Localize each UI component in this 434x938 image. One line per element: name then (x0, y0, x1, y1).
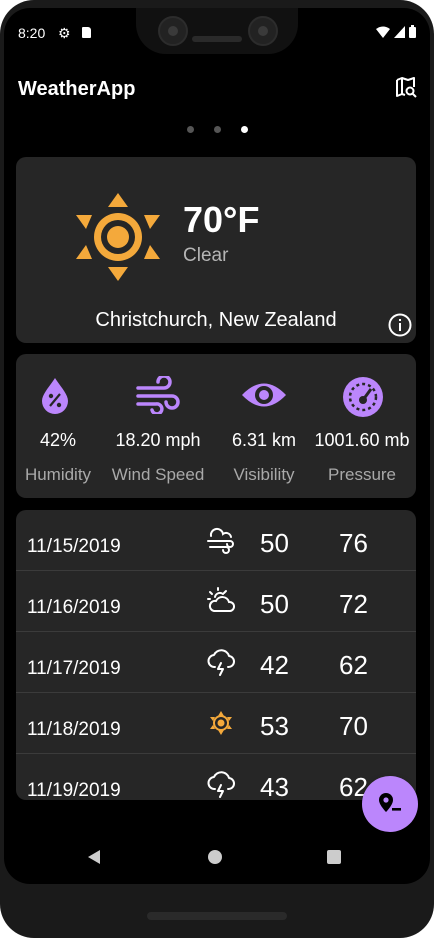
eye-icon (242, 383, 286, 407)
humidity-icon (42, 378, 68, 414)
windy-cloud-icon (207, 527, 234, 554)
page-dot-active[interactable] (240, 126, 248, 133)
signal-icon (394, 25, 405, 38)
forecast-date: 11/18/2019 (27, 719, 121, 740)
info-icon[interactable] (388, 313, 412, 337)
page-dot[interactable] (186, 126, 194, 133)
stat-humidity: 42% Humidity (16, 354, 100, 498)
forecast-date: 11/15/2019 (27, 536, 121, 557)
forecast-high: 76 (339, 528, 368, 558)
remove-location-icon (379, 793, 401, 812)
camera-icon (158, 16, 188, 46)
forecast-high: 62 (339, 650, 368, 680)
stat-label: Wind Speed (111, 465, 205, 484)
forecast-high: 70 (339, 711, 368, 741)
stat-visibility: 6.31 km Visibility (216, 354, 312, 498)
forecast-date: 11/16/2019 (27, 597, 121, 618)
forecast-low: 53 (260, 711, 289, 741)
weather-stats-card: 42% Humidity 18.20 mph Wind Speed 6.31 k… (16, 354, 416, 498)
battery-icon (409, 25, 416, 38)
camera-notch (136, 8, 298, 54)
remove-location-button[interactable] (362, 776, 418, 832)
sd-card-icon (82, 27, 91, 38)
forecast-low: 50 (260, 528, 289, 558)
camera-icon (248, 16, 278, 46)
forecast-high: 72 (339, 589, 368, 619)
earpiece-speaker (192, 36, 242, 42)
stat-label: Pressure (327, 465, 397, 484)
stat-label: Humidity (24, 465, 92, 484)
wifi-icon (376, 26, 390, 38)
stat-value: 42% (39, 430, 77, 450)
forecast-low: 43 (260, 772, 289, 800)
forecast-low: 42 (260, 650, 289, 680)
stat-pressure: 1001.60 mb Pressure (306, 354, 418, 498)
forecast-row[interactable]: 11/17/2019 42 62 (16, 632, 416, 693)
app-bar: WeatherApp (4, 68, 430, 108)
stat-label: Visibility (233, 465, 295, 484)
forecast-low: 50 (260, 589, 289, 619)
rain-cloud-icon (207, 649, 235, 676)
current-condition: Clear (183, 245, 229, 266)
forecast-row[interactable]: 11/15/2019 50 76 (16, 510, 416, 571)
status-bar: 8:20 ⚙ (4, 8, 430, 56)
stat-value: 18.20 mph (115, 430, 201, 450)
back-icon[interactable] (88, 850, 100, 864)
forecast-date: 11/17/2019 (27, 658, 121, 679)
home-icon[interactable] (208, 850, 222, 864)
app-title: WeatherApp (18, 78, 136, 100)
page-indicator (4, 126, 430, 133)
forecast-list[interactable]: 11/15/2019 50 76 11/16/2019 50 72 11/17/… (16, 510, 416, 800)
sun-icon (210, 711, 232, 735)
forecast-date: 11/19/2019 (27, 780, 121, 800)
status-time: 8:20 (18, 25, 46, 41)
stat-value: 6.31 km (231, 430, 297, 450)
stat-wind-speed: 18.20 mph Wind Speed (100, 354, 216, 498)
current-temperature: 70°F (183, 199, 260, 240)
phone-frame: 8:20 ⚙ WeatherApp 70°F Clear Christchurc… (0, 0, 434, 938)
recents-icon[interactable] (327, 850, 341, 864)
current-location: Christchurch, New Zealand (95, 309, 337, 331)
forecast-row[interactable]: 11/19/2019 43 62 (16, 754, 416, 800)
status-icons (376, 25, 416, 38)
sun-icon (76, 193, 160, 281)
current-weather-card: 70°F Clear Christchurch, New Zealand (16, 157, 416, 343)
rain-cloud-icon (207, 771, 235, 798)
forecast-row[interactable]: 11/18/2019 53 70 (16, 693, 416, 754)
gauge-icon (343, 377, 383, 417)
map-search-icon[interactable] (394, 76, 418, 100)
bottom-speaker (147, 912, 287, 920)
wind-icon (136, 376, 180, 414)
settings-icon: ⚙ (58, 25, 71, 41)
forecast-row[interactable]: 11/16/2019 50 72 (16, 571, 416, 632)
page-dot[interactable] (213, 126, 221, 133)
screen: 8:20 ⚙ WeatherApp 70°F Clear Christchurc… (4, 8, 430, 884)
stat-value: 1001.60 mb (314, 430, 410, 450)
system-nav-bar (4, 830, 430, 884)
partly-cloudy-icon (207, 587, 236, 612)
